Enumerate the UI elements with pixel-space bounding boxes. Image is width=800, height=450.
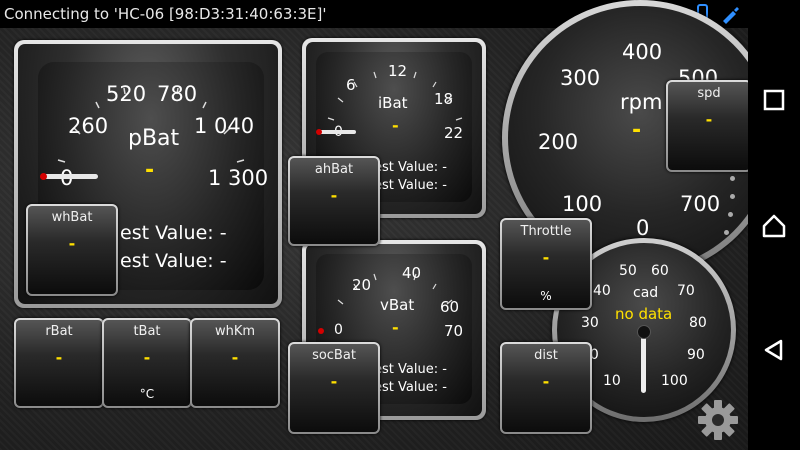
tile-spd[interactable]: spd - [666, 80, 752, 172]
pbat-tick-260: 260 [68, 114, 109, 138]
bluetooth-pen-icon [723, 7, 739, 24]
tile-whbat-label: whBat [51, 210, 93, 225]
tile-ahbat-value: - [330, 186, 338, 205]
rpm-gauge-label: rpm [620, 90, 663, 114]
cad-needle-hub [637, 325, 651, 339]
home-button[interactable] [760, 212, 788, 240]
ibat-needle-tip [316, 129, 322, 135]
cad-tick-40: 40 [593, 283, 611, 299]
cad-gauge-value: no data [615, 305, 673, 323]
ibat-tick-6: 6 [346, 76, 356, 94]
pbat-highest-value: est Value: - [120, 250, 227, 272]
tile-whkm[interactable]: whKm - [190, 318, 280, 408]
tile-throttle-unit: % [540, 289, 552, 303]
home-icon [762, 214, 786, 238]
vbat-tick-20: 20 [352, 276, 372, 294]
pbat-gauge-value: - [145, 158, 155, 183]
rpm-tick-200: 200 [538, 130, 579, 154]
pbat-needle [42, 174, 98, 179]
tile-rbat[interactable]: rBat - [14, 318, 104, 408]
cad-tick-50: 50 [619, 263, 637, 279]
pbat-gauge-label: pBat [128, 126, 180, 151]
ibat-highest-value: est Value: - [374, 178, 447, 193]
vbat-highest-value: est Value: - [374, 380, 447, 395]
rpm-tick-400: 400 [622, 40, 663, 64]
tile-tbat-label: tBat [133, 324, 161, 339]
ibat-tick-18: 18 [434, 90, 454, 108]
ibat-tick-12: 12 [388, 62, 408, 80]
ibat-gauge-label: iBat [378, 94, 408, 112]
cad-gauge-label: cad [633, 285, 659, 301]
navigation-bar [748, 0, 800, 450]
pbat-lowest-value: est Value: - [120, 222, 227, 244]
rpm-tick-100: 100 [562, 192, 603, 216]
tile-ahbat-label: ahBat [314, 162, 354, 177]
ibat-tick-22: 22 [444, 124, 464, 142]
tile-dist-label: dist [534, 348, 558, 363]
pbat-tick-1040: 1 040 [194, 114, 255, 138]
tile-spd-value: - [705, 110, 713, 129]
pbat-needle-tip [40, 173, 47, 180]
vbat-tick-60: 60 [440, 298, 460, 316]
tile-whbat[interactable]: whBat - [26, 204, 118, 296]
tile-socbat[interactable]: socBat - [288, 342, 380, 434]
tile-rbat-label: rBat [45, 324, 73, 339]
back-icon [764, 339, 783, 361]
tile-socbat-value: - [330, 372, 338, 391]
rpm-gauge-value: - [632, 118, 642, 143]
rpm-scale-dots [724, 176, 738, 256]
vbat-tick-40: 40 [402, 264, 422, 282]
tile-socbat-label: socBat [312, 348, 356, 363]
cad-tick-60: 60 [651, 263, 669, 279]
tile-dist[interactable]: dist - [500, 342, 592, 434]
cad-tick-70: 70 [677, 283, 695, 299]
rpm-tick-0: 0 [636, 216, 650, 240]
ibat-needle [318, 130, 356, 134]
tile-whkm-value: - [231, 348, 239, 367]
vbat-tick-0: 0 [334, 322, 343, 338]
tile-tbat[interactable]: tBat - °C [102, 318, 192, 408]
tile-whbat-value: - [68, 234, 76, 253]
tile-throttle-label: Throttle [520, 224, 572, 239]
settings-gear-icon[interactable] [696, 398, 740, 442]
tile-throttle[interactable]: Throttle - % [500, 218, 592, 310]
pbat-tick-780: 780 [157, 82, 198, 106]
ibat-gauge-value: - [392, 116, 399, 135]
connection-status: Connecting to 'HC-06 [98:D3:31:40:63:3E]… [4, 5, 327, 23]
cad-tick-90: 90 [687, 347, 705, 363]
vbat-tick-70: 70 [444, 322, 464, 340]
recent-apps-button[interactable] [760, 86, 788, 114]
vbat-needle-tip [318, 328, 324, 334]
vbat-lowest-value: est Value: - [374, 362, 447, 377]
rpm-tick-300: 300 [560, 66, 601, 90]
tile-tbat-value: - [143, 348, 151, 367]
cad-tick-80: 80 [689, 315, 707, 331]
tile-dist-value: - [542, 372, 550, 391]
rpm-tick-700: 700 [680, 192, 721, 216]
tile-rbat-value: - [55, 348, 63, 367]
tile-tbat-unit: °C [139, 387, 155, 401]
pbat-tick-1300: 1 300 [208, 166, 269, 190]
cad-tick-30: 30 [581, 315, 599, 331]
cad-tick-100: 100 [661, 373, 688, 389]
vbat-gauge-value: - [392, 318, 399, 337]
ibat-lowest-value: est Value: - [374, 160, 447, 175]
tile-spd-label: spd [697, 86, 721, 101]
tile-whkm-label: whKm [214, 324, 256, 339]
pbat-tick-520: 520 [106, 82, 147, 106]
square-icon [763, 89, 785, 111]
cad-needle [641, 331, 646, 393]
cad-tick-10: 10 [603, 373, 621, 389]
tile-throttle-value: - [542, 248, 550, 267]
vbat-gauge-label: vBat [380, 296, 415, 314]
tile-ahbat[interactable]: ahBat - [288, 156, 380, 246]
back-button[interactable] [760, 336, 788, 364]
